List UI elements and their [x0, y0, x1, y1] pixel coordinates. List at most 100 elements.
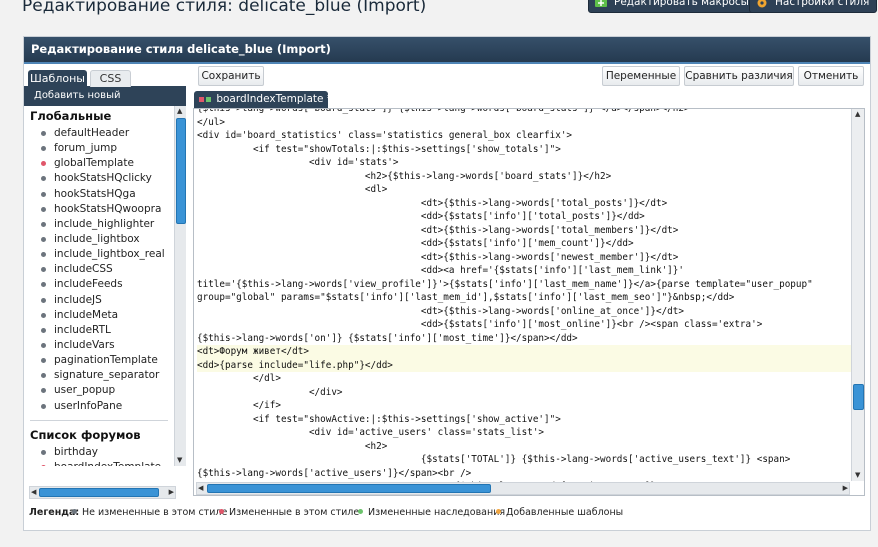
template-item[interactable]: include_lightbox	[24, 232, 174, 247]
code-line[interactable]: </dl>	[197, 372, 852, 386]
edit-macros-button[interactable]: Редактировать макросы	[588, 0, 757, 13]
template-item[interactable]: include_lightbox_real	[24, 247, 174, 262]
code-line[interactable]: group="global" params="$stats['info']['l…	[197, 291, 852, 305]
sidebar-vertical-scrollbar[interactable]: ▲ ▼	[174, 106, 186, 466]
legend-dot-icon	[72, 509, 77, 514]
template-item-label: globalTemplate	[54, 157, 134, 170]
code-line[interactable]: <div id='active_users' class='stats_list…	[197, 426, 852, 440]
code-line[interactable]: <h2>	[197, 440, 852, 454]
code-line[interactable]: </ul>	[197, 116, 852, 130]
template-item-label: hookStatsHQclicky	[54, 172, 152, 185]
code-line[interactable]: <dt>{$this->lang->words['total_members']…	[197, 224, 852, 238]
code-line[interactable]: <div id='board_statistics' class='statis…	[197, 129, 852, 143]
legend-dot-icon	[496, 509, 501, 514]
code-line[interactable]: <dt>{$this->lang->words['total_posts']}<…	[197, 197, 852, 211]
scroll-down-icon[interactable]: ▼	[177, 456, 182, 465]
sidebar-scroll-thumb[interactable]	[176, 118, 186, 224]
cancel-button[interactable]: Отменить	[798, 66, 864, 86]
open-file-name: boardIndexTemplate *	[216, 93, 333, 105]
template-item[interactable]: hookStatsHQga	[24, 187, 174, 202]
sidebar-horizontal-scrollbar[interactable]: ◀ ▶	[29, 486, 176, 499]
code-line[interactable]: <dd>{$stats['info']['total_posts']}</dd>	[197, 210, 852, 224]
scroll-up-icon[interactable]: ▲	[177, 107, 182, 116]
code-line[interactable]: {$stats['TOTAL']} {$this->lang->words['a…	[197, 453, 852, 467]
open-file-tab[interactable]: boardIndexTemplate *	[194, 91, 332, 108]
tab-templates[interactable]: Шаблоны	[28, 70, 87, 87]
template-item-label: include_lightbox_real	[54, 248, 165, 261]
scroll-right-icon[interactable]: ▶	[169, 488, 174, 497]
code-editor[interactable]: {$this->lang->words['board_stats']} {$th…	[193, 108, 865, 496]
code-line[interactable]: <dt>{$this->lang->words['newest_member']…	[197, 251, 852, 265]
code-line[interactable]: <dl>	[197, 183, 852, 197]
template-item[interactable]: includeVars	[24, 338, 174, 353]
template-item[interactable]: boardIndexTemplate	[24, 460, 174, 466]
code-line[interactable]: {$this->lang->words['board_stats']} {$th…	[197, 109, 852, 116]
editor-horizontal-scrollbar[interactable]: ◀ ▶	[196, 482, 850, 495]
scroll-right-icon[interactable]: ▶	[843, 484, 848, 493]
template-item[interactable]: userInfoPane	[24, 399, 174, 414]
code-line[interactable]: <dd>{$stats['info']['mem_count']}</dd>	[197, 237, 852, 251]
template-item[interactable]: include_highlighter	[24, 217, 174, 232]
legend-item-label: Добавленные шаблоны	[506, 507, 624, 518]
panel-title: Редактирование стиля delicate_blue (Impo…	[24, 37, 870, 64]
template-item[interactable]: paginationTemplate	[24, 353, 174, 368]
add-new-template-link[interactable]: Добавить новый	[24, 86, 186, 106]
legend-item: Измененные наследования	[358, 503, 505, 523]
style-settings-label: Настройки стиля	[775, 0, 870, 8]
scroll-up-icon[interactable]: ▲	[855, 110, 860, 119]
code-line[interactable]: {$this->lang->words['active_users']}</sp…	[197, 467, 852, 481]
template-item[interactable]: birthday	[24, 445, 174, 460]
template-item[interactable]: hookStatsHQclicky	[24, 171, 174, 186]
code-line[interactable]: <dt>{$this->lang->words['online_at_once'…	[197, 305, 852, 319]
code-line[interactable]: title='{$this->lang->words['view_profile…	[197, 278, 852, 292]
close-tab-icon[interactable]	[199, 96, 204, 102]
code-area[interactable]: {$this->lang->words['board_stats']} {$th…	[197, 109, 852, 482]
template-item[interactable]: includeRTL	[24, 323, 174, 338]
template-item-label: boardIndexTemplate	[54, 461, 161, 466]
template-item[interactable]: defaultHeader	[24, 126, 174, 141]
template-item-label: birthday	[54, 445, 98, 458]
status-dot-icon	[41, 388, 46, 394]
tab-css[interactable]: CSS	[90, 70, 131, 87]
code-line[interactable]: </div>	[197, 386, 852, 400]
sidebar-hscroll-thumb[interactable]	[39, 488, 159, 497]
code-line[interactable]: <div id='stats'>	[197, 156, 852, 170]
save-button[interactable]: Сохранить	[198, 66, 264, 86]
compare-button[interactable]: Сравнить различия	[684, 66, 794, 86]
template-item-label: includeJS	[54, 293, 102, 306]
variables-button[interactable]: Переменные	[602, 66, 680, 86]
code-line[interactable]: <if test="showTotals:|:$this->settings['…	[197, 143, 852, 157]
scroll-left-icon[interactable]: ◀	[31, 488, 36, 497]
template-item-label: userInfoPane	[54, 399, 123, 412]
scroll-down-icon[interactable]: ▼	[855, 471, 860, 480]
editor-hscroll-thumb[interactable]	[207, 484, 491, 493]
template-item[interactable]: signature_separator	[24, 368, 174, 383]
scroll-left-icon[interactable]: ◀	[198, 484, 203, 493]
code-line[interactable]: <dd>{$stats['info']['most_online']}<br /…	[197, 318, 852, 332]
code-line[interactable]: <if test="showActive:|:$this->settings['…	[197, 413, 852, 427]
sidebar-tabs: Шаблоны CSS	[24, 64, 186, 87]
code-line[interactable]: {$this->lang->words['on']} {$stats['info…	[197, 332, 852, 346]
template-item[interactable]: includeMeta	[24, 308, 174, 323]
template-item-label: paginationTemplate	[54, 354, 158, 367]
template-item[interactable]: forum_jump	[24, 141, 174, 156]
template-item[interactable]: user_popup	[24, 383, 174, 398]
template-item[interactable]: includeCSS	[24, 262, 174, 277]
template-item[interactable]: globalTemplate	[24, 156, 174, 171]
status-dot-icon	[41, 403, 46, 409]
template-item[interactable]: includeFeeds	[24, 277, 174, 292]
editor-scroll-thumb[interactable]	[853, 384, 864, 410]
code-line[interactable]: <dd>{parse include="life.php"}</dd>	[197, 358, 852, 372]
template-item-label: includeRTL	[54, 323, 111, 336]
code-line[interactable]: <h2>{$this->lang->words['board_stats']}<…	[197, 170, 852, 184]
code-line[interactable]: <dd><a href='{$stats['info']['last_mem_l…	[197, 264, 852, 278]
code-line[interactable]: </if>	[197, 399, 852, 413]
editor-vertical-scrollbar[interactable]: ▲ ▼	[851, 109, 864, 481]
code-line[interactable]: <dt>Форум живет</dt>	[197, 345, 852, 359]
template-item[interactable]: includeJS	[24, 293, 174, 308]
template-item[interactable]: hookStatsHQwoopra	[24, 202, 174, 217]
style-settings-button[interactable]: Настройки стиля	[749, 0, 878, 13]
status-dot-icon	[41, 146, 46, 152]
group-title: Список форумов	[30, 427, 141, 442]
status-dot-icon	[41, 131, 46, 136]
